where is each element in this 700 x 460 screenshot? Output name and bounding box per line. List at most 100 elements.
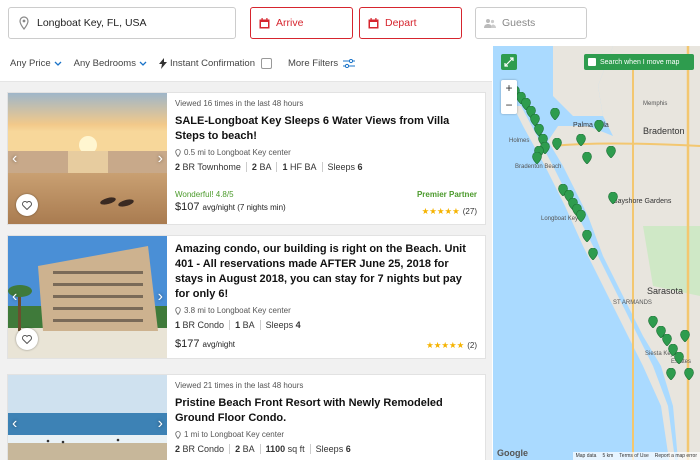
bedrooms-filter[interactable]: Any Bedrooms (74, 58, 147, 69)
price-filter-label: Any Price (10, 58, 51, 69)
spec-bathrooms: 2 BA (229, 444, 260, 454)
listing-title[interactable]: Amazing condo, our building is right on … (175, 242, 477, 302)
favorite-heart-button[interactable] (16, 328, 38, 350)
distance-text: 0.5 mi to Longboat Key center (184, 148, 291, 157)
heart-icon (22, 200, 32, 210)
zoom-in-button[interactable]: + (501, 80, 517, 97)
distance-row: 3.8 mi to Longboat Key center (175, 306, 477, 315)
location-pin-icon (175, 306, 181, 315)
map-pin-icon[interactable] (576, 210, 586, 222)
beach-resort-image (8, 375, 167, 460)
depart-date-field[interactable]: Depart (359, 7, 462, 39)
instant-confirmation-filter[interactable]: Instant Confirmation (158, 58, 272, 69)
map-label-st-armands: ST ARMANDS (613, 300, 652, 306)
map-pin-icon[interactable] (582, 152, 592, 164)
map-pin-icon[interactable] (576, 134, 586, 146)
map-zoom-controls: + − (501, 80, 517, 114)
map-label-sarasota: Sarasota (647, 286, 684, 296)
filter-bar: Any Price Any Bedrooms Instant Confirmat… (0, 46, 492, 82)
listing-info: Amazing condo, our building is right on … (175, 242, 477, 330)
map-pin-icon[interactable] (674, 352, 684, 364)
star-rating: ★★★★★ (27) (421, 206, 477, 216)
favorite-heart-button[interactable] (16, 194, 38, 216)
map-pin-icon[interactable] (684, 368, 694, 380)
map-pin-icon[interactable] (680, 330, 690, 342)
map-pin-icon[interactable] (552, 138, 562, 150)
more-filters-button[interactable]: More Filters (287, 58, 356, 69)
map-pin-icon[interactable] (588, 248, 598, 260)
results-list: ‹ › Viewed 16 times in the last 48 hours… (0, 82, 492, 460)
chevron-down-icon (139, 61, 147, 66)
search-when-move-checkbox[interactable] (588, 58, 596, 66)
sliders-icon (343, 59, 356, 68)
listing-card[interactable]: ‹ › Viewed 16 times in the last 48 hours… (7, 92, 486, 225)
view-count: Viewed 21 times in the last 48 hours (175, 381, 304, 390)
price-filter[interactable]: Any Price (10, 58, 62, 69)
location-pin-icon (175, 148, 181, 157)
location-pin-icon (175, 430, 181, 439)
map-label-bradenton-beach: Bradenton Beach (515, 164, 562, 170)
next-photo-arrow[interactable]: › (158, 150, 163, 168)
listing-photo[interactable]: ‹ › (8, 236, 167, 358)
previous-photo-arrow[interactable]: ‹ (12, 288, 17, 306)
map-pin-icon[interactable] (608, 192, 618, 204)
listing-footer: $177 avg/night ★★★★★ (2) (175, 336, 477, 352)
listing-specs: 1 BR Condo 1 BA Sleeps 4 (175, 320, 477, 330)
map-pin-icon[interactable] (666, 368, 676, 380)
arrive-date-field[interactable]: Arrive (250, 7, 353, 39)
calendar-icon (259, 17, 270, 28)
app-root: Arrive Depart Guests Any Price Any Be (0, 0, 700, 460)
distance-text: 3.8 mi to Longboat Key center (184, 306, 291, 315)
listing-card[interactable]: ‹ › Amazing condo, our building is right… (7, 235, 486, 359)
map-pin-icon[interactable] (594, 120, 604, 132)
next-photo-arrow[interactable]: › (158, 288, 163, 306)
review-count: (27) (462, 207, 477, 216)
arrive-label: Arrive (276, 17, 304, 29)
map-label-memphis: Memphis (643, 101, 668, 107)
listing-footer: Wonderful! 4.8/5 $107 avg/night (7 night… (175, 190, 477, 218)
chevron-down-icon (54, 61, 62, 66)
listing-title[interactable]: Pristine Beach Front Resort with Newly R… (175, 396, 477, 426)
listing-photo[interactable]: ‹ › (8, 375, 167, 460)
listing-info: Viewed 21 times in the last 48 hours Pri… (175, 381, 477, 454)
spec-sleeps: Sleeps 6 (321, 162, 368, 172)
listing-title[interactable]: SALE-Longboat Key Sleeps 6 Water Views f… (175, 114, 477, 144)
location-pin-icon (19, 16, 29, 30)
map-pin-icon[interactable] (550, 108, 560, 120)
map-attribution: Map data 5 km Terms of Use Report a map … (572, 452, 700, 460)
listing-specs: 2 BR Condo 2 BA 1100 sq ft Sleeps 6 (175, 444, 477, 454)
map-label-holmes: Holmes (509, 138, 530, 144)
expand-icon (504, 57, 514, 67)
search-when-move-toggle[interactable]: Search when I move map (584, 54, 694, 70)
terms-link[interactable]: Terms of Use (619, 453, 648, 459)
instant-confirmation-checkbox[interactable] (260, 58, 272, 69)
spec-half-bath: 1 HF BA (276, 162, 321, 172)
map-label-bayshore: Bayshore Gardens (613, 198, 672, 205)
spec-bathrooms: 2 BA (245, 162, 277, 172)
map-pin-icon[interactable] (532, 152, 542, 164)
results-map[interactable]: Bradenton Palma Sola Memphis Holmes Bays… (493, 46, 700, 460)
map-pin-icon[interactable] (606, 146, 616, 158)
zoom-out-button[interactable]: − (501, 97, 517, 114)
spec-bedrooms: 2 BR Condo (175, 444, 225, 454)
map-label-bradenton: Bradenton (643, 126, 685, 136)
previous-photo-arrow[interactable]: ‹ (12, 415, 17, 433)
search-when-move-label: Search when I move map (600, 58, 680, 66)
next-photo-arrow[interactable]: › (158, 415, 163, 433)
location-input[interactable] (37, 17, 227, 29)
listing-photo[interactable]: ‹ › (8, 93, 167, 224)
spec-sleeps: Sleeps 4 (259, 320, 306, 330)
spec-bedrooms: 1 BR Condo (175, 320, 225, 330)
listing-card[interactable]: ‹ › Viewed 21 times in the last 48 hours… (7, 374, 486, 460)
expand-map-button[interactable] (501, 54, 517, 70)
search-bar: Arrive Depart Guests (0, 0, 700, 46)
guests-field[interactable]: Guests (475, 7, 587, 39)
report-error-link[interactable]: Report a map error (655, 453, 697, 459)
map-pin-icon[interactable] (582, 230, 592, 242)
listing-info: Viewed 16 times in the last 48 hours SAL… (175, 99, 477, 172)
location-search[interactable] (8, 7, 236, 39)
review-count: (2) (467, 341, 477, 350)
previous-photo-arrow[interactable]: ‹ (12, 150, 17, 168)
more-filters-label: More Filters (287, 58, 339, 69)
guests-label: Guests (502, 17, 536, 29)
